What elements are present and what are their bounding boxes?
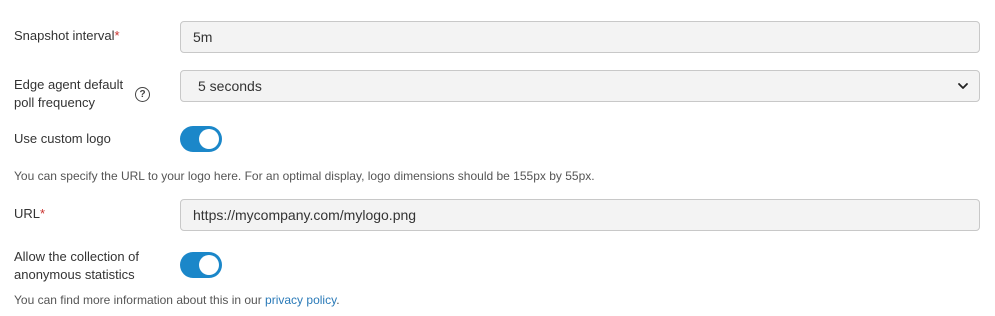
edge-poll-frequency-select[interactable]: 5 seconds [180, 70, 980, 102]
url-label-text: URL [14, 206, 41, 221]
url-label: URL* [14, 205, 45, 223]
edge-poll-frequency-value: 5 seconds [198, 78, 262, 94]
edge-poll-frequency-label: Edge agent default poll frequency [14, 76, 123, 112]
statistics-label-line1: Allow the collection of [14, 249, 140, 264]
snapshot-interval-label: Snapshot interval* [14, 27, 120, 45]
logo-url-input[interactable] [180, 199, 980, 231]
anonymous-statistics-toggle[interactable] [180, 252, 222, 278]
snapshot-interval-label-text: Snapshot interval [14, 28, 115, 43]
question-circle-icon[interactable]: ? [135, 87, 150, 102]
toggle-knob [199, 129, 219, 149]
statistics-note-prefix: You can find more information about this… [14, 293, 266, 307]
toggle-knob [199, 255, 219, 275]
privacy-policy-link[interactable]: privacy policy [265, 293, 336, 307]
custom-logo-note: You can specify the URL to your logo her… [14, 169, 595, 183]
required-asterisk: * [114, 28, 120, 43]
use-custom-logo-label: Use custom logo [14, 131, 111, 146]
custom-logo-toggle[interactable] [180, 126, 222, 152]
snapshot-interval-input[interactable] [180, 21, 980, 53]
chevron-down-icon [958, 83, 968, 89]
anonymous-statistics-label: Allow the collection of anonymous statis… [14, 248, 139, 284]
edge-poll-label-line2: poll frequency [14, 95, 95, 110]
statistics-label-line2: anonymous statistics [14, 267, 135, 282]
statistics-note: You can find more information about this… [14, 292, 340, 308]
required-asterisk: * [40, 206, 46, 221]
statistics-note-suffix: . [336, 293, 340, 307]
edge-poll-label-line1: Edge agent default [14, 77, 124, 92]
